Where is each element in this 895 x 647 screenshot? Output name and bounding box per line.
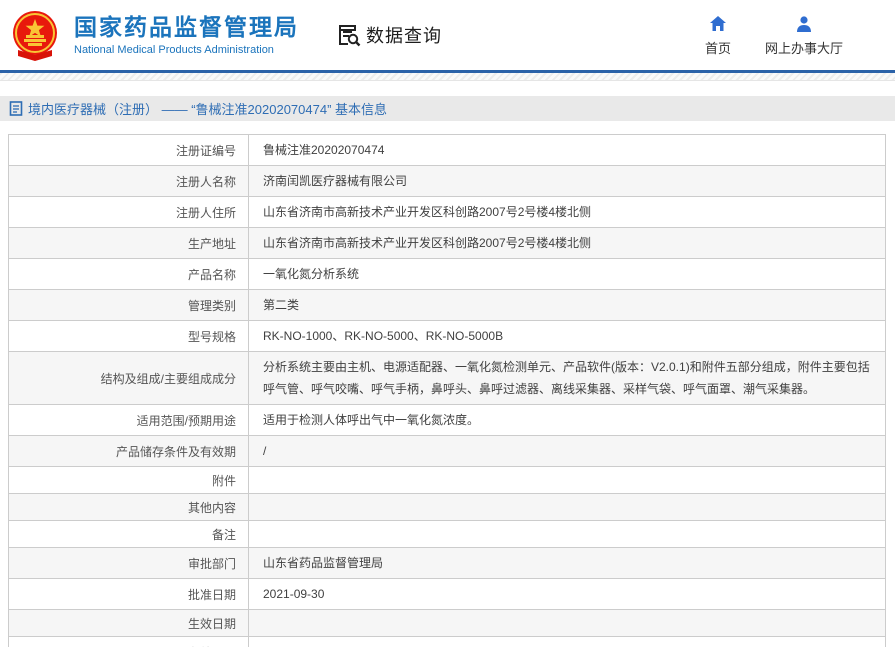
document-icon xyxy=(9,101,23,116)
row-value: / xyxy=(263,444,267,459)
row-label: 审批部门 xyxy=(9,548,249,579)
site-title-cn: 国家药品监督管理局 xyxy=(74,13,299,40)
row-value: 第二类 xyxy=(263,298,300,312)
table-row: 管理类别 第二类 xyxy=(9,290,885,321)
table-row: 备注 xyxy=(9,521,885,549)
row-label: 其他内容 xyxy=(9,494,249,521)
row-label: 产品名称 xyxy=(9,259,249,289)
brand-titles: 国家药品监督管理局 National Medical Products Admi… xyxy=(74,14,299,57)
national-emblem-logo xyxy=(13,11,57,61)
row-value: 一氧化氮分析系统 xyxy=(263,267,360,281)
row-label: 有效期至 xyxy=(9,637,249,647)
table-row: 适用范围/预期用途 适用于检测人体呼出气中一氧化氮浓度。 xyxy=(9,405,885,437)
header-nav: 首页 网上办事大厅 xyxy=(705,14,877,57)
table-row: 生产地址 山东省济南市高新技术产业开发区科创路2007号2号楼4楼北侧 xyxy=(9,228,885,259)
row-label: 结构及组成/主要组成成分 xyxy=(9,352,249,405)
table-row: 批准日期 2021-09-30 xyxy=(9,579,885,611)
table-row: 注册证编号 鲁械注准20202070474 xyxy=(9,135,885,166)
header: 国家药品监督管理局 National Medical Products Admi… xyxy=(0,0,895,70)
table-row: 产品储存条件及有效期 / xyxy=(9,436,885,468)
table-row: 有效期至 2025-04-28 xyxy=(9,637,885,647)
row-label: 产品储存条件及有效期 xyxy=(9,436,249,467)
data-query-label: 数据查询 xyxy=(366,26,442,46)
breadcrumb: 境内医疗器械（注册） —— “鲁械注准20202070474” 基本信息 xyxy=(0,96,895,121)
table-row: 产品名称 一氧化氮分析系统 xyxy=(9,259,885,290)
table-row: 注册人住所 山东省济南市高新技术产业开发区科创路2007号2号楼4楼北侧 xyxy=(9,197,885,228)
nav-home-label: 首页 xyxy=(704,40,731,56)
row-label: 批准日期 xyxy=(9,579,249,610)
registration-info-table: 注册证编号 鲁械注准20202070474 注册人名称 济南闰凯医疗器械有限公司… xyxy=(8,134,886,647)
row-value xyxy=(249,494,885,520)
row-value xyxy=(249,610,885,636)
row-label: 备注 xyxy=(9,521,249,548)
home-icon xyxy=(709,15,726,31)
row-value: 山东省济南市高新技术产业开发区科创路2007号2号楼4楼北侧 xyxy=(263,205,592,219)
row-value: RK-NO-1000、RK-NO-5000、RK-NO-5000B xyxy=(263,329,504,343)
nav-online-service-hall[interactable]: 网上办事大厅 xyxy=(765,14,843,57)
row-value: 山东省药品监督管理局 xyxy=(263,556,384,571)
row-label: 生产地址 xyxy=(9,228,249,258)
table-row: 其他内容 xyxy=(9,494,885,522)
row-label: 型号规格 xyxy=(9,321,249,351)
breadcrumb-text: 境内医疗器械（注册） —— “鲁械注准20202070474” 基本信息 xyxy=(28,102,388,117)
table-row: 注册人名称 济南闰凯医疗器械有限公司 xyxy=(9,166,885,197)
row-label: 注册人名称 xyxy=(9,166,249,196)
table-row: 审批部门 山东省药品监督管理局 xyxy=(9,548,885,580)
table-row: 生效日期 xyxy=(9,610,885,638)
nav-hall-label: 网上办事大厅 xyxy=(764,40,843,56)
row-value: 鲁械注准20202070474 xyxy=(263,143,385,157)
page: 国家药品监督管理局 National Medical Products Admi… xyxy=(0,0,895,647)
row-value: 2025-04-28 xyxy=(249,637,885,647)
table-row-structure: 结构及组成/主要组成成分 分析系统主要由主机、电源适配器、一氧化氮检测单元、产品… xyxy=(9,352,885,406)
hatched-strip xyxy=(0,73,895,81)
row-value: 山东省济南市高新技术产业开发区科创路2007号2号楼4楼北侧 xyxy=(263,236,592,250)
row-value: 2021-09-30 xyxy=(263,587,325,602)
table-row: 附件 xyxy=(9,467,885,495)
row-label: 适用范围/预期用途 xyxy=(9,405,249,436)
data-query-tab[interactable]: 数据查询 xyxy=(337,22,442,48)
row-value xyxy=(249,467,885,493)
table-row: 型号规格 RK-NO-1000、RK-NO-5000、RK-NO-5000B xyxy=(9,321,885,352)
row-label: 管理类别 xyxy=(9,290,249,320)
row-label: 附件 xyxy=(9,467,249,494)
person-icon xyxy=(796,15,811,32)
row-value: 适用于检测人体呼出气中一氧化氮浓度。 xyxy=(263,413,480,428)
row-label: 生效日期 xyxy=(9,610,249,637)
row-value: 济南闰凯医疗器械有限公司 xyxy=(263,174,408,188)
nav-home[interactable]: 首页 xyxy=(705,14,731,57)
row-value xyxy=(249,521,885,547)
site-title-en: National Medical Products Administration xyxy=(74,44,274,57)
row-value: 分析系统主要由主机、电源适配器、一氧化氮检测单元、产品软件(版本：V2.0.1)… xyxy=(263,360,870,397)
document-magnifier-icon xyxy=(339,25,361,47)
row-label: 注册人住所 xyxy=(9,197,249,227)
row-label: 注册证编号 xyxy=(9,135,249,165)
